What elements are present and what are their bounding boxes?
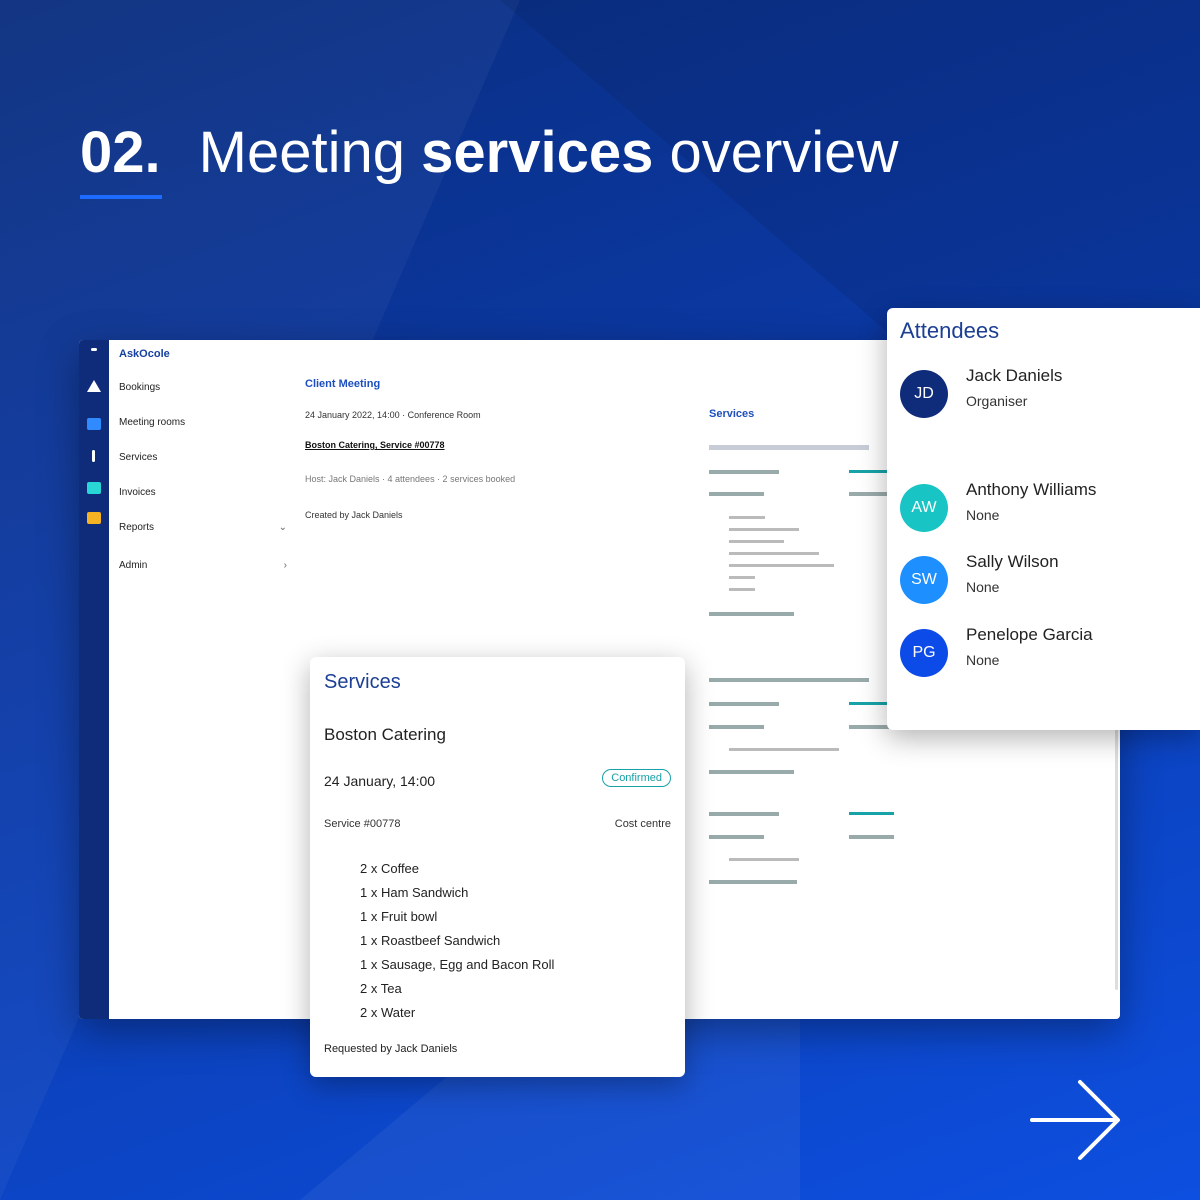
- placeholder-line: [709, 812, 779, 816]
- placeholder-line: [849, 725, 889, 729]
- chevron-right-icon: ›: [283, 560, 287, 571]
- side-menu: AskOcole Bookings Meeting rooms Services…: [109, 340, 294, 1019]
- icon-rail: [79, 340, 109, 1019]
- placeholder-line: [729, 540, 784, 543]
- attendee-row[interactable]: PG Penelope Garcia None: [900, 625, 1190, 677]
- menu-item-label: Admin: [119, 560, 148, 571]
- meeting-title: Client Meeting: [305, 378, 381, 390]
- menu-item-label: Bookings: [119, 382, 161, 393]
- menu-item-reports[interactable]: Reports ⌄: [119, 522, 287, 533]
- menu-icon[interactable]: [91, 348, 97, 351]
- app-brand: AskOcole: [119, 348, 170, 360]
- meeting-service-link[interactable]: Boston Catering, Service #00778: [305, 440, 445, 450]
- placeholder-line: [849, 835, 894, 839]
- placeholder-line: [709, 678, 869, 682]
- arrow-right-icon[interactable]: [1030, 1078, 1122, 1162]
- page-title: 02. Meeting services overview: [80, 118, 898, 188]
- services-title: Services: [324, 671, 401, 693]
- services-vendor: Boston Catering: [324, 725, 446, 744]
- attendee-role: None: [966, 579, 1000, 595]
- attendee-role: None: [966, 652, 1000, 668]
- placeholder-line: [849, 812, 894, 815]
- list-item: 2 x Water: [360, 1005, 416, 1020]
- placeholder-line: [729, 748, 839, 751]
- placeholder-line: [709, 702, 779, 706]
- attendee-row[interactable]: JD Jack Daniels Organiser: [900, 366, 1190, 418]
- list-item: 1 x Sausage, Egg and Bacon Roll: [360, 957, 555, 972]
- placeholder-line: [729, 576, 755, 579]
- placeholder-line: [729, 528, 799, 531]
- placeholder-line: [729, 516, 765, 519]
- avatar: SW: [900, 556, 948, 604]
- placeholder-line: [729, 552, 819, 555]
- avatar: AW: [900, 484, 948, 532]
- menu-item-label: Services: [119, 452, 158, 463]
- menu-item-label: Reports: [119, 522, 155, 533]
- list-item: 2 x Tea: [360, 981, 402, 996]
- chat-icon[interactable]: [87, 482, 101, 494]
- title-underline: [80, 195, 162, 199]
- placeholder-line: [709, 445, 869, 450]
- chevron-down-icon: ⌄: [278, 522, 287, 533]
- placeholder-line: [729, 588, 755, 591]
- menu-item-label: Invoices: [119, 487, 156, 498]
- requested-by: Requested by Jack Daniels: [324, 1043, 458, 1055]
- attendee-row[interactable]: SW Sally Wilson None: [900, 552, 1190, 604]
- placeholder-line: [709, 880, 797, 884]
- attendee-name: Jack Daniels: [966, 366, 1063, 385]
- placeholder-line: [849, 492, 889, 496]
- service-items-list: 2 x Coffee 1 x Ham Sandwich 1 x Fruit bo…: [360, 857, 554, 1025]
- placeholder-line: [849, 702, 889, 705]
- list-item: 1 x Ham Sandwich: [360, 885, 469, 900]
- menu-item-invoices[interactable]: Invoices: [119, 487, 287, 498]
- status-badge: Confirmed: [602, 769, 671, 787]
- folder-icon[interactable]: [87, 512, 101, 524]
- list-item: 2 x Coffee: [360, 861, 420, 876]
- agenda-title: Services: [709, 408, 755, 420]
- title-word: Meeting: [198, 120, 405, 185]
- meeting-datetime: 24 January 2022, 14:00 · Conference Room: [305, 410, 481, 420]
- avatar: PG: [900, 629, 948, 677]
- list-item: 1 x Fruit bowl: [360, 909, 438, 924]
- meeting-creator: Created by Jack Daniels: [305, 510, 403, 520]
- title-number: 02.: [80, 120, 161, 185]
- attendee-role: None: [966, 507, 1000, 523]
- list-item: 1 x Roastbeef Sandwich: [360, 933, 501, 948]
- attendee-name: Anthony Williams: [966, 480, 1097, 499]
- placeholder-line: [729, 564, 834, 567]
- cost-centre: Cost centre: [614, 818, 671, 830]
- menu-item-label: Meeting rooms: [119, 417, 186, 428]
- title-word: overview: [669, 120, 899, 185]
- placeholder-line: [709, 725, 764, 729]
- calendar-icon[interactable]: [87, 418, 101, 430]
- placeholder-line: [709, 470, 779, 474]
- attendee-name: Penelope Garcia: [966, 625, 1093, 644]
- title-emphasis: services: [421, 120, 654, 185]
- placeholder-line: [709, 835, 764, 839]
- menu-item-services[interactable]: Services: [119, 452, 287, 463]
- services-card: Services Boston Catering 24 January, 14:…: [310, 657, 685, 1077]
- service-reference: Service #00778: [324, 818, 401, 830]
- logo-icon[interactable]: [87, 380, 101, 392]
- attendee-name: Sally Wilson: [966, 552, 1059, 571]
- placeholder-line: [849, 470, 889, 473]
- attendee-role: Organiser: [966, 393, 1028, 409]
- menu-item-bookings[interactable]: Bookings: [119, 382, 287, 393]
- attendee-row[interactable]: AW Anthony Williams None: [900, 480, 1190, 532]
- placeholder-line: [709, 770, 794, 774]
- placeholder-line: [729, 858, 799, 861]
- attendees-card: Attendees JD Jack Daniels Organiser AW A…: [887, 308, 1200, 730]
- meeting-summary: Host: Jack Daniels · 4 attendees · 2 ser…: [305, 474, 516, 484]
- placeholder-line: [709, 492, 764, 496]
- placeholder-line: [709, 612, 794, 616]
- menu-item-meeting-rooms[interactable]: Meeting rooms: [119, 417, 287, 428]
- attendees-title: Attendees: [900, 318, 1000, 343]
- services-date: 24 January, 14:00: [324, 773, 436, 789]
- avatar: JD: [900, 370, 948, 418]
- menu-item-admin[interactable]: Admin ›: [119, 560, 287, 571]
- info-icon[interactable]: [92, 450, 95, 462]
